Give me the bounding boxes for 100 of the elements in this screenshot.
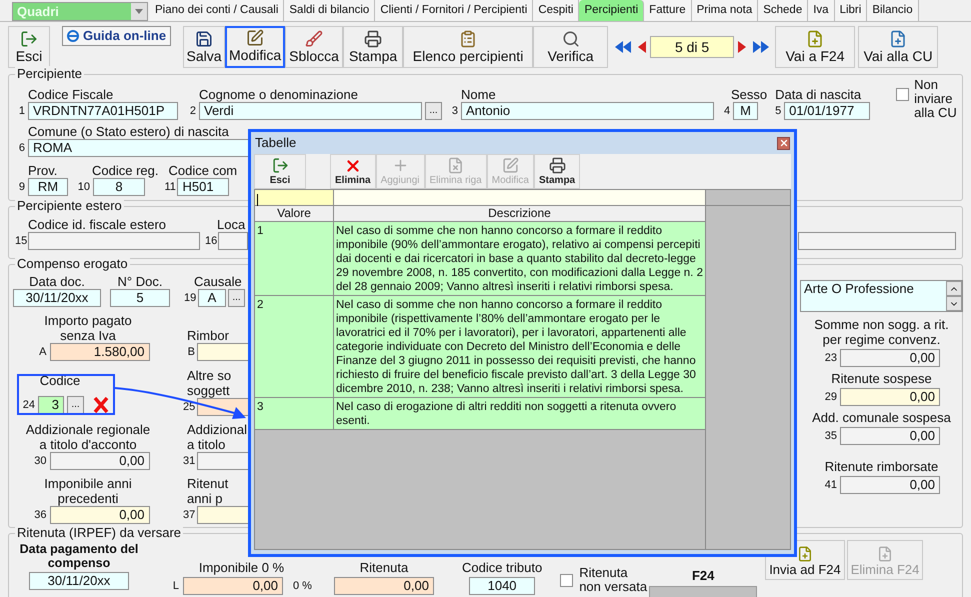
scroll-down-icon[interactable]: [946, 296, 962, 311]
field-label: Loca: [217, 217, 246, 232]
input-field[interactable]: 0,00: [840, 388, 940, 406]
field-label: Codice id. fiscale estero: [28, 217, 168, 232]
tab[interactable]: Bilancio: [867, 0, 919, 21]
checkbox-label: Non inviare alla CU: [914, 78, 958, 120]
input-field[interactable]: [218, 232, 248, 250]
field-label: Prov.: [28, 163, 58, 178]
dialog-toolbar-button[interactable]: Elimina: [330, 154, 376, 189]
tab[interactable]: Clienti / Fornitori / Percipienti: [375, 0, 534, 21]
checkbox[interactable]: [560, 574, 574, 586]
input-field[interactable]: 0,00: [840, 427, 940, 445]
field-number: 5: [775, 104, 782, 119]
tab[interactable]: Percipienti: [579, 0, 644, 21]
dialog-toolbar-button[interactable]: Esci: [254, 154, 306, 189]
field-number: 19: [184, 290, 196, 306]
unlock-button[interactable]: Sblocca: [285, 26, 344, 68]
close-button[interactable]: [777, 136, 790, 150]
field-number: 4: [724, 104, 730, 119]
dialog-toolbar-button[interactable]: Stampa: [534, 154, 580, 189]
tab[interactable]: Prima nota: [692, 0, 758, 21]
input-field[interactable]: [28, 232, 200, 250]
tab[interactable]: Iva: [808, 0, 835, 21]
section-title: Percipiente: [15, 66, 84, 82]
description-field[interactable]: Arte O Professione: [800, 280, 963, 312]
field-label: Codice com: [168, 163, 238, 178]
f24-button[interactable]: Vai a F24: [775, 26, 856, 68]
field-label: N° Doc.: [118, 274, 162, 289]
field-number: 3: [450, 104, 458, 119]
field-label: Ritenute rimborsate: [824, 459, 940, 474]
input-field[interactable]: M: [733, 102, 758, 120]
field-label: Addizionale regionale a titolo d'acconto: [24, 422, 152, 452]
list-button[interactable]: Elenco percipienti: [403, 26, 534, 68]
field-number: 36: [33, 508, 46, 523]
input-field[interactable]: VRDNTN77A01H501P: [28, 102, 178, 120]
field-number: B: [186, 344, 195, 360]
document-icon: [877, 546, 894, 562]
field-number: 31: [183, 454, 195, 469]
exit-button[interactable]: Esci: [8, 26, 50, 68]
record-counter: 5 di 5: [650, 36, 734, 58]
input-field[interactable]: Verdi: [199, 102, 422, 120]
clipboard-icon: [459, 30, 478, 48]
input-field[interactable]: A: [198, 289, 226, 307]
tab[interactable]: Schede: [758, 0, 808, 21]
field-label: Codice reg.: [92, 163, 158, 178]
field-number: 2: [188, 104, 196, 119]
search-button[interactable]: Verifica: [533, 26, 608, 68]
input-field[interactable]: H501: [177, 178, 230, 196]
input-field[interactable]: 01/01/1977: [784, 102, 870, 120]
input-field[interactable]: 30/11/20xx: [29, 572, 129, 590]
document-icon: [889, 30, 908, 48]
section-title: Compenso erogato: [15, 256, 130, 272]
tab[interactable]: Libri: [834, 0, 868, 21]
field-number: 16: [205, 234, 215, 249]
field-label: Codice tributo: [462, 560, 542, 575]
input-field[interactable]: 0,00: [50, 506, 150, 524]
input-field[interactable]: 0,00: [840, 476, 940, 494]
filter-field[interactable]: [334, 190, 705, 205]
input-field[interactable]: 0,00: [334, 577, 434, 595]
lookup-button[interactable]: ...: [228, 289, 245, 307]
lookup-button[interactable]: ...: [67, 396, 84, 414]
cu-button[interactable]: Vai alla CU: [858, 26, 938, 68]
field-number: A: [38, 344, 46, 360]
field-label: F24: [692, 567, 714, 585]
save-button[interactable]: Salva: [183, 26, 226, 68]
input-field[interactable]: [798, 232, 956, 250]
tab[interactable]: Fatture: [644, 0, 692, 21]
input-field[interactable]: Antonio: [461, 102, 714, 120]
tab[interactable]: Piano dei conti / Causali: [150, 0, 284, 21]
input-field[interactable]: 8: [93, 178, 145, 196]
section-title: Percipiente estero: [15, 198, 124, 214]
field-number: 1: [18, 104, 25, 119]
filter-field[interactable]: [255, 190, 334, 205]
help-button[interactable]: Guida on-line: [62, 26, 172, 46]
edit-icon: [246, 29, 264, 47]
input-field[interactable]: 0,00: [183, 577, 283, 595]
field-number: 10: [76, 180, 90, 195]
field-label: Cognome o denominazione: [199, 87, 359, 102]
document-icon: [806, 30, 824, 48]
input-field[interactable]: 5: [110, 289, 170, 307]
input-field[interactable]: 0,00: [840, 349, 940, 367]
input-field[interactable]: 0,00: [50, 452, 150, 470]
table-cell-text: Nel caso di erogazione di altri redditi non soggetti a ritenuta ovvero esenti.: [335, 400, 678, 429]
field-label: Importo pagato senza Iva: [43, 313, 133, 343]
input-field[interactable]: 1040: [469, 577, 536, 595]
tab[interactable]: Cespiti: [533, 0, 580, 21]
field-label: Ritenuta: [360, 560, 408, 575]
lookup-button[interactable]: ...: [425, 102, 442, 120]
tab[interactable]: Saldi di bilancio: [284, 0, 376, 21]
printer-icon: [548, 157, 566, 175]
input-field[interactable]: 1.580,00: [50, 343, 150, 361]
print-button[interactable]: Stampa: [343, 26, 404, 68]
scroll-up-icon[interactable]: [946, 281, 962, 296]
input-field[interactable]: 3: [38, 396, 64, 414]
column-header: Valore: [255, 206, 334, 221]
edit-button[interactable]: Modifica: [225, 26, 286, 68]
input-field[interactable]: 30/11/20xx: [13, 289, 101, 307]
checkbox[interactable]: [896, 88, 910, 101]
input-field[interactable]: RM: [28, 178, 68, 196]
brush-icon: [305, 30, 324, 48]
